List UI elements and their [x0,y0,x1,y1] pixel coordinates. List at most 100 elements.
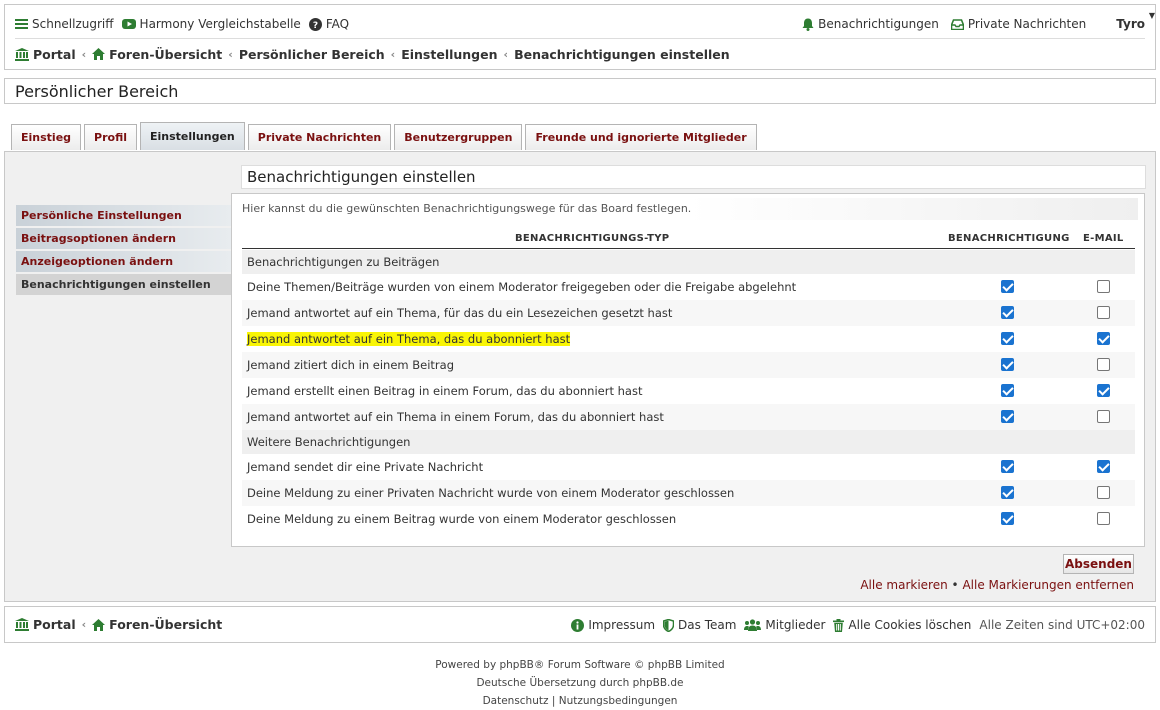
harmony-label: Harmony Vergleichstabelle [139,17,301,31]
email-checkbox[interactable] [1097,460,1110,473]
notification-table: Benachrichtigungen zu Beiträgen Deine The… [242,250,1135,532]
breadcrumb-separator: ‹ [81,618,87,631]
table-row: Deine Meldung zu einer Privaten Nachrich… [242,480,1135,506]
members-label: Mitglieder [765,618,826,632]
table-row: Jemand zitiert dich in einem Beitrag [242,352,1135,378]
private-messages-link[interactable]: Private Nachrichten [950,17,1087,31]
sidemenu-item-display-options[interactable]: Anzeigeoptionen ändern [16,251,231,272]
email-checkbox[interactable] [1097,512,1110,525]
notification-checkbox[interactable] [1001,410,1014,423]
notifications-link[interactable]: Benachrichtigungen [802,17,939,31]
harmony-link[interactable]: Harmony Vergleichstabelle [121,17,301,31]
header-divider [15,38,1145,39]
notification-checkbox[interactable] [1001,460,1014,473]
notification-checkbox[interactable] [1001,512,1014,525]
breadcrumb-label: Portal [33,46,76,62]
mark-links: Alle markieren • Alle Markierungen entfe… [860,578,1134,592]
info-icon [571,618,585,632]
team-label: Das Team [678,618,737,632]
sidemenu-item-post-options[interactable]: Beitragsoptionen ändern [16,228,231,249]
group-header: Benachrichtigungen zu Beiträgen [242,250,1135,274]
terms-link[interactable]: Nutzungsbedingungen [559,695,678,707]
faq-link[interactable]: ? FAQ [308,17,350,31]
email-checkbox[interactable] [1097,410,1110,423]
breadcrumb-label: Foren-Übersicht [109,46,223,62]
youtube-icon [121,19,136,29]
breadcrumb-separator: ‹ [503,47,509,61]
footer-breadcrumb: Portal ‹ Foren-Übersicht [15,617,222,632]
email-checkbox[interactable] [1097,384,1110,397]
footer-breadcrumb-portal[interactable]: Portal [15,617,76,632]
notifications-label: Benachrichtigungen [818,17,939,31]
table-row: Jemand erstellt einen Beitrag in einem F… [242,378,1135,404]
breadcrumb-label: Foren-Übersicht [109,617,223,632]
intro-text: Hier kannst du die gewünschten Benachric… [238,198,1138,220]
sidemenu-item-notifications[interactable]: Benachrichtigungen einstellen [16,274,231,295]
delete-cookies-link[interactable]: Alle Cookies löschen [833,618,971,632]
notification-checkbox[interactable] [1001,332,1014,345]
breadcrumb-forum-index[interactable]: Foren-Übersicht [92,47,222,62]
email-checkbox[interactable] [1097,358,1110,371]
notification-checkbox[interactable] [1001,306,1014,319]
shield-icon [663,618,675,632]
delete-cookies-label: Alle Cookies löschen [848,618,972,632]
tab-einstellungen[interactable]: Einstellungen [140,122,245,150]
email-checkbox[interactable] [1097,280,1110,293]
submit-button[interactable]: Absenden [1063,554,1134,574]
trash-icon [833,618,845,632]
notification-checkbox[interactable] [1001,280,1014,293]
user-menu[interactable]: Tyro ▼ [1116,11,1155,31]
private-messages-label: Private Nachrichten [967,17,1087,31]
settings-sidemenu: Persönliche Einstellungen Beitragsoption… [16,205,231,297]
email-checkbox[interactable] [1097,486,1110,499]
legal-links: Datenschutz | Nutzungsbedingungen [0,692,1160,710]
table-header: BENACHRICHTIGUNGS-TYP BENACHRICHTIGUNG E… [242,230,1135,249]
table-row: Jemand sendet dir eine Private Nachricht [242,454,1135,480]
breadcrumb-label: Benachrichtigungen einstellen [514,46,730,62]
tab-profil[interactable]: Profil [84,124,137,150]
tab-freunde[interactable]: Freunde und ignorierte Mitglieder [525,124,757,150]
team-link[interactable]: Das Team [663,618,736,632]
unmark-all-link[interactable]: Alle Markierungen entfernen [962,578,1134,592]
ucp-tabs: Einstieg Profil Einstellungen Private Na… [11,122,757,150]
group-title: Benachrichtigungen zu Beiträgen [247,255,440,269]
breadcrumb-settings[interactable]: Einstellungen [401,47,497,62]
notification-checkbox[interactable] [1001,358,1014,371]
notification-checkbox[interactable] [1001,384,1014,397]
tab-benutzergruppen[interactable]: Benutzergruppen [394,124,523,150]
tab-private-nachrichten[interactable]: Private Nachrichten [247,124,392,150]
sidemenu-item-personal[interactable]: Persönliche Einstellungen [16,205,231,226]
faq-label: FAQ [325,17,350,31]
section-title: Benachrichtigungen einstellen [241,165,1146,189]
powered-by: Powered by phpBB® Forum Software © phpBB… [435,659,725,671]
footer-breadcrumb-forum-index[interactable]: Foren-Übersicht [92,617,222,632]
notification-checkbox[interactable] [1001,486,1014,499]
email-checkbox[interactable] [1097,332,1110,345]
notification-label: Deine Meldung zu einem Beitrag wurde von… [247,512,677,526]
tab-einstieg[interactable]: Einstieg [11,124,82,150]
privacy-link[interactable]: Datenschutz [483,695,549,707]
notification-label: Jemand antwortet auf ein Thema in einem … [247,410,664,424]
home-icon [92,618,106,631]
notifications-panel: Hier kannst du die gewünschten Benachric… [231,193,1145,547]
breadcrumb-label: Portal [33,617,76,632]
breadcrumb-portal[interactable]: Portal [15,47,76,62]
menu-icon [15,19,28,29]
quicklinks-menu[interactable]: Schnellzugriff [15,17,114,31]
copyright: Powered by phpBB® Forum Software © phpBB… [0,656,1160,710]
breadcrumb-notifications[interactable]: Benachrichtigungen einstellen [514,47,730,62]
email-checkbox[interactable] [1097,306,1110,319]
notification-label: Jemand erstellt einen Beitrag in einem F… [247,384,643,398]
table-row: Jemand antwortet auf ein Thema, das du a… [242,326,1135,352]
header-type: BENACHRICHTIGUNGS-TYP [515,233,670,244]
legal-separator: | [551,695,559,707]
breadcrumb-separator: ‹ [390,47,396,61]
mark-all-link[interactable]: Alle markieren [860,578,947,592]
notification-label: Jemand antwortet auf ein Thema, für das … [247,306,673,320]
breadcrumb-ucp[interactable]: Persönlicher Bereich [239,47,385,62]
users-icon [744,619,762,631]
separator-dot: • [951,578,963,592]
impressum-link[interactable]: Impressum [571,618,655,632]
notification-label: Jemand antwortet auf ein Thema, das du a… [247,332,571,346]
members-link[interactable]: Mitglieder [744,618,825,632]
